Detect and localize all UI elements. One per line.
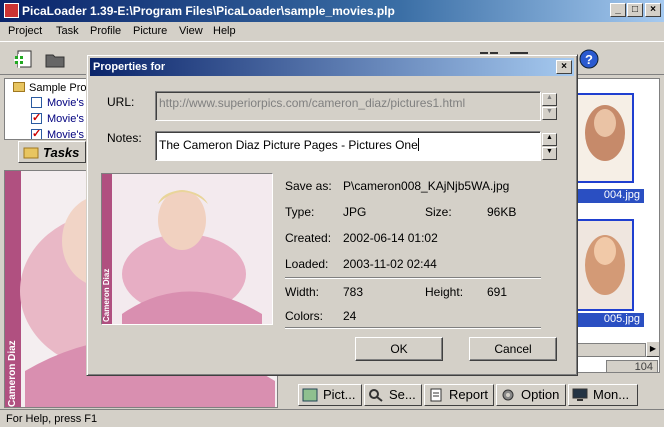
minimize-button[interactable]: _ [610, 3, 626, 17]
saveas-value: P\cameron008_KAjNjb5WA.jpg [343, 179, 510, 193]
notes-field[interactable]: The Cameron Diaz Picture Pages - Picture… [155, 131, 541, 161]
menu-view[interactable]: View [179, 25, 203, 37]
image-caption: Cameron Diaz [102, 268, 111, 322]
gear-icon [502, 389, 514, 401]
url-scroll-up-icon[interactable]: ▲ [542, 93, 557, 106]
menu-help[interactable]: Help [213, 25, 236, 37]
cancel-button[interactable]: Cancel [469, 337, 557, 361]
menu-picture[interactable]: Picture [133, 25, 167, 37]
thumbnail[interactable] [576, 219, 634, 311]
notes-scroll-up-icon[interactable]: ▲ [542, 133, 557, 146]
status-bar: For Help, press F1 [0, 409, 664, 427]
tab-option[interactable]: Option [496, 384, 566, 406]
url-field[interactable]: http://www.superiorpics.com/cameron_diaz… [155, 91, 541, 121]
divider [285, 277, 541, 279]
size-label: Size: [425, 205, 452, 219]
loaded-value: 2003-11-02 02:44 [343, 257, 437, 271]
tab-search[interactable]: Se... [364, 384, 422, 406]
app-title-bar: PicaLoader 1.39-E:\Program Files\PicaLoa… [0, 0, 664, 22]
width-label: Width: [285, 285, 320, 299]
url-label: URL: [107, 95, 135, 109]
svg-text:?: ? [585, 52, 593, 67]
menu-project[interactable]: Project [8, 25, 42, 37]
properties-dialog: Properties for × URL: http://www.superio… [86, 54, 578, 376]
monitor-icon [572, 388, 588, 401]
horizontal-scrollbar[interactable] [566, 343, 646, 357]
colors-label: Colors: [285, 309, 324, 323]
scroll-right-arrow-icon[interactable]: ▶ [646, 341, 659, 357]
project-tree: Sample Proj Movie's Movie's Movie's [4, 78, 94, 140]
picture-counter: 104 [606, 360, 658, 372]
app-icon [4, 3, 19, 18]
preview-photo [102, 174, 272, 324]
divider [285, 327, 541, 329]
tab-report[interactable]: Report [424, 384, 494, 406]
loaded-label: Loaded: [285, 257, 329, 271]
tree-root[interactable]: Sample Proj [13, 82, 89, 94]
created-value: 2002-06-14 01:02 [343, 231, 438, 245]
app-title: PicaLoader 1.39-E:\Program Files\PicaLoa… [22, 4, 395, 18]
new-project-icon[interactable] [14, 48, 36, 70]
colors-value: 24 [343, 309, 357, 323]
tab-monitor[interactable]: Mon... [568, 384, 638, 406]
dialog-title: Properties for [93, 61, 166, 73]
ok-button[interactable]: OK [355, 337, 443, 361]
status-text: For Help, press F1 [6, 413, 98, 425]
pictures-icon [302, 388, 318, 402]
dialog-title-bar: Properties for × [90, 58, 574, 76]
tree-checkbox[interactable] [31, 127, 42, 139]
menu-profile[interactable]: Profile [90, 25, 121, 37]
help-icon[interactable]: ? [578, 48, 600, 70]
close-button[interactable]: × [645, 3, 661, 17]
tree-item[interactable]: Movie's [31, 111, 84, 125]
type-label: Type: [285, 205, 315, 219]
thumbnail-label: 004.jpg [572, 189, 644, 203]
thumbnail-label: 005.jpg [572, 313, 644, 327]
height-label: Height: [425, 285, 464, 299]
preview-caption: Cameron Diaz [7, 340, 18, 407]
tree-item[interactable]: Movie's [31, 127, 84, 139]
notes-scroll-down-icon[interactable]: ▼ [542, 147, 557, 160]
tasks-button[interactable]: Tasks [18, 141, 86, 163]
image-preview: Cameron Diaz [101, 173, 273, 325]
tree-checkbox[interactable] [31, 97, 42, 108]
menu-task[interactable]: Task [56, 25, 79, 37]
maximize-button[interactable]: □ [627, 3, 643, 17]
menu-bar: Project Task Profile Picture View Help [0, 22, 664, 41]
saveas-label: Save as: [285, 179, 332, 193]
type-value: JPG [343, 205, 367, 219]
tree-item[interactable]: Movie's [31, 97, 84, 109]
dialog-close-button[interactable]: × [556, 60, 572, 74]
thumbnail[interactable] [576, 93, 634, 183]
url-scroll-down-icon[interactable]: ▼ [542, 107, 557, 120]
size-value: 96KB [487, 205, 517, 219]
tree-checkbox[interactable] [31, 111, 42, 124]
tab-pictures[interactable]: Pict... [298, 384, 362, 406]
height-value: 691 [487, 285, 508, 299]
width-value: 783 [343, 285, 364, 299]
report-icon [430, 388, 442, 402]
notes-label: Notes: [107, 131, 142, 145]
created-label: Created: [285, 231, 332, 245]
tasks-icon [23, 147, 39, 159]
search-icon [369, 389, 383, 402]
open-folder-icon[interactable] [44, 48, 66, 70]
